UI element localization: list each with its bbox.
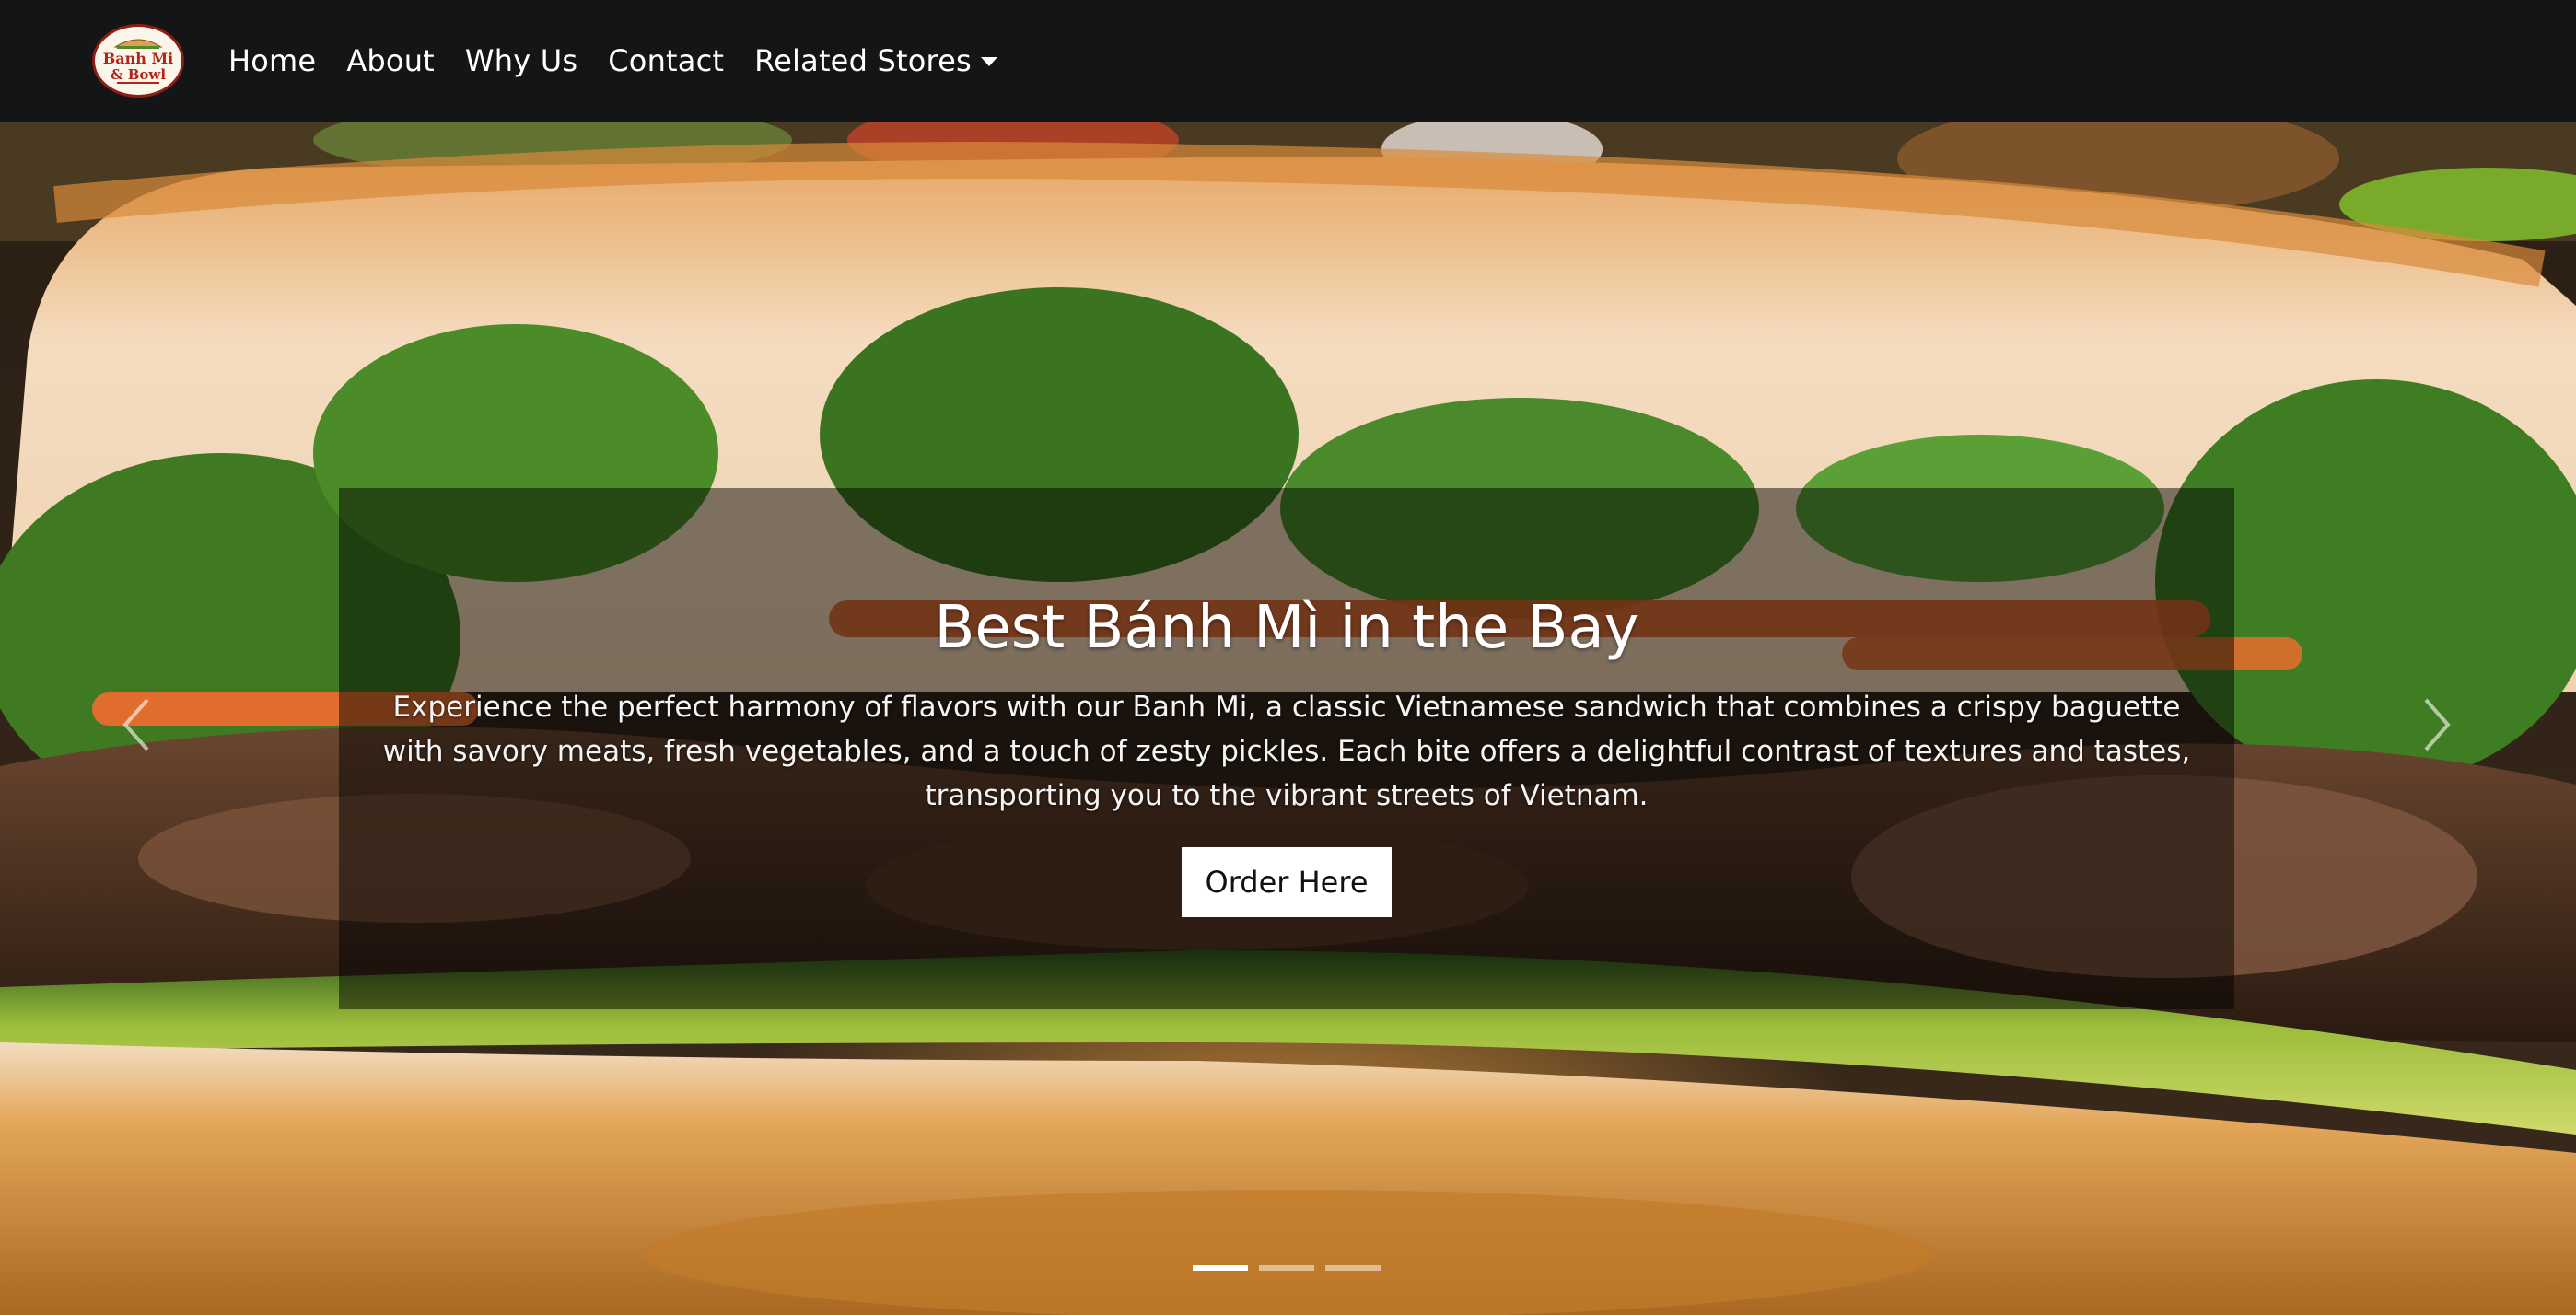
carousel-indicator-1[interactable] xyxy=(1193,1265,1248,1271)
navbar: Banh Mi & Bowl Home About Why Us Contact… xyxy=(0,0,2576,122)
nav-links: Home About Why Us Contact Related Stores xyxy=(228,0,997,122)
carousel-indicators xyxy=(1193,1265,1381,1271)
brand-logo[interactable]: Banh Mi & Bowl xyxy=(92,24,184,98)
logo-text-line2: & Bowl xyxy=(110,66,167,83)
order-here-button[interactable]: Order Here xyxy=(1182,847,1392,917)
chevron-right-icon xyxy=(2424,698,2451,751)
nav-home-link[interactable]: Home xyxy=(228,46,316,76)
nav-related-stores-dropdown[interactable]: Related Stores xyxy=(754,46,997,76)
carousel-next-button[interactable] xyxy=(2409,683,2465,766)
logo-text-line1: Banh Mi xyxy=(102,50,174,67)
carousel-indicator-3[interactable] xyxy=(1325,1265,1381,1271)
caret-down-icon xyxy=(980,57,997,66)
nav-why-us-link[interactable]: Why Us xyxy=(465,46,577,76)
carousel-prev-button[interactable] xyxy=(109,683,164,766)
chevron-left-icon xyxy=(122,698,149,751)
hero-title: Best Bánh Mì in the Bay xyxy=(934,594,1639,662)
nav-about-link[interactable]: About xyxy=(346,46,435,76)
hero-description: Experience the perfect harmony of flavor… xyxy=(382,691,2191,812)
hero-carousel: Best Bánh Mì in the Bay Experience the p… xyxy=(0,122,2576,1315)
carousel-indicator-2[interactable] xyxy=(1259,1265,1314,1271)
related-stores-label: Related Stores xyxy=(754,43,972,78)
nav-contact-link[interactable]: Contact xyxy=(608,46,724,76)
carousel-caption: Best Bánh Mì in the Bay Experience the p… xyxy=(339,488,2234,1009)
